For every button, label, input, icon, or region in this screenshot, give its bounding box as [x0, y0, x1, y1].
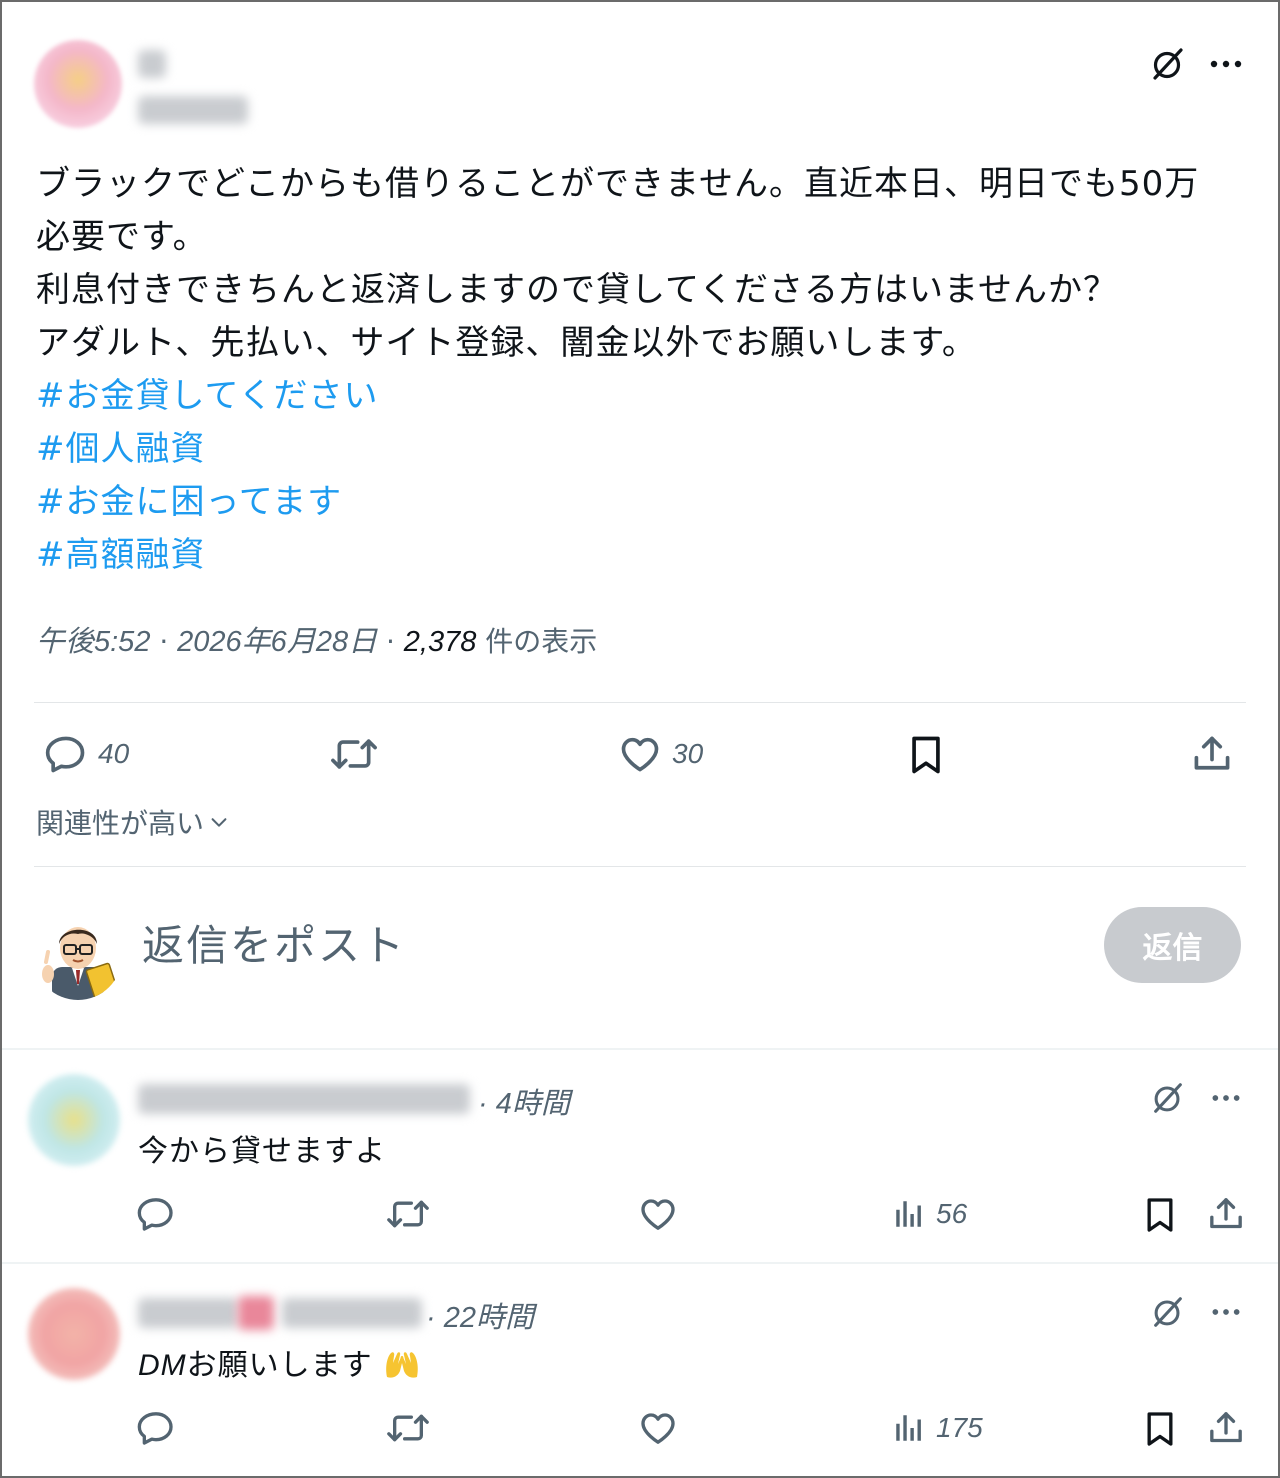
repost-icon [387, 1414, 429, 1442]
hashtag-link[interactable]: #お金貸してください [36, 370, 1246, 423]
comment-reply-button[interactable] [136, 1194, 176, 1234]
author-handle-redacted[interactable] [138, 96, 248, 124]
repost-icon [387, 1200, 429, 1228]
post-text: ブラックでどこからも借りることができません。直近本日、明日でも50万 必要です。… [36, 158, 1246, 582]
comment-view-count: 175 [936, 1412, 983, 1443]
divider [34, 702, 1246, 703]
comment-text: 今から貸せますよ [138, 1134, 386, 1169]
hashtag-link[interactable]: #個人融資 [36, 423, 1246, 476]
author-avatar[interactable] [34, 40, 122, 128]
sort-dropdown[interactable]: 関連性が高い [36, 802, 230, 842]
comment-repost-button[interactable] [386, 1408, 430, 1448]
comment-time: · 4時間 [478, 1080, 570, 1122]
comment-author-redacted[interactable] [138, 1084, 470, 1114]
reply-icon [137, 1412, 173, 1445]
comment-text: DMお願いします [138, 1340, 421, 1384]
comment-view-count: 56 [936, 1198, 968, 1229]
post-text-line: アダルト、先払い、サイト登録、闇金以外でお願いします。 [36, 323, 977, 363]
comment-like-button[interactable] [638, 1408, 678, 1448]
like-icon [621, 737, 659, 772]
comment-avatar[interactable] [28, 1074, 120, 1166]
reply-count: 40 [98, 738, 130, 769]
post-text-line: ブラックでどこからも借りることができません。直近本日、明日でも50万 [36, 164, 1200, 204]
section-divider [2, 1048, 1278, 1050]
comment-reply-button[interactable] [136, 1408, 176, 1448]
comment-author-redacted[interactable] [238, 1296, 274, 1330]
post-text-line: 必要です。 [36, 217, 208, 257]
sort-label: 関連性が高い [36, 807, 205, 840]
like-icon [641, 1199, 675, 1230]
reply-input[interactable]: 返信をポスト [142, 918, 406, 974]
hashtag-link[interactable]: #高額融資 [36, 529, 1246, 582]
grok-icon[interactable] [1146, 1290, 1190, 1334]
analytics-icon [896, 1201, 921, 1227]
bookmark-icon [1147, 1412, 1173, 1446]
more-icon[interactable] [1204, 1076, 1248, 1120]
comment-bookmark-button[interactable] [1140, 1408, 1180, 1450]
comment-avatar[interactable] [28, 1288, 120, 1380]
reply-icon [137, 1198, 173, 1231]
repost-icon [331, 739, 377, 769]
hashtag-link[interactable]: #お金に困ってます [36, 476, 1246, 529]
comment-repost-button[interactable] [386, 1194, 430, 1234]
time-separator: · [478, 1088, 496, 1120]
post-date[interactable]: 2026年6月28日 [177, 626, 377, 658]
share-button[interactable] [1190, 732, 1234, 776]
comment-handle-redacted[interactable] [282, 1298, 422, 1328]
like-count: 30 [672, 738, 704, 769]
user-illustration-icon [42, 927, 119, 1000]
like-icon [641, 1413, 675, 1444]
comment-views-button[interactable]: 175 [892, 1410, 983, 1446]
current-user-avatar[interactable] [34, 912, 122, 1000]
comment-views-button[interactable]: 56 [892, 1196, 967, 1232]
reply-button[interactable]: 40 [44, 732, 129, 776]
repost-button[interactable] [330, 732, 378, 776]
grok-icon[interactable] [1146, 42, 1190, 86]
raised-hands-emoji-icon [386, 1352, 418, 1378]
view-label: 件の表示 [485, 625, 598, 658]
comment-bookmark-button[interactable] [1140, 1194, 1180, 1236]
comment-time-text[interactable]: 22時間 [444, 1302, 534, 1334]
post-meta: 午後5:52 · 2026年6月28日 · 2,378 件の表示 [36, 622, 597, 662]
meta-separator: · [159, 625, 178, 658]
bookmark-icon [912, 736, 940, 774]
more-icon[interactable] [1204, 1290, 1248, 1334]
post-time[interactable]: 午後5:52 [36, 626, 150, 658]
comment-author-redacted[interactable] [138, 1298, 238, 1328]
comment-share-button[interactable] [1206, 1408, 1246, 1448]
analytics-icon [896, 1415, 921, 1441]
share-icon [1210, 1412, 1242, 1443]
reply-submit-button[interactable]: 返信 [1104, 907, 1241, 983]
comment-text-body: お願いします [186, 1348, 373, 1383]
time-separator: · [426, 1302, 444, 1334]
divider [34, 866, 1246, 867]
grok-icon[interactable] [1146, 1076, 1190, 1120]
post-text-line: 利息付きできちんと返済しますので貸してくださる方はいませんか？ [36, 270, 1118, 310]
share-icon [1194, 736, 1230, 770]
bookmark-icon [1147, 1198, 1173, 1232]
author-name-redacted[interactable] [138, 50, 166, 78]
section-divider [2, 1262, 1278, 1264]
comment-share-button[interactable] [1206, 1194, 1246, 1234]
meta-separator: · [385, 625, 404, 658]
bookmark-button[interactable] [904, 732, 948, 778]
share-icon [1210, 1198, 1242, 1229]
chevron-down-icon [211, 818, 227, 827]
reply-icon [45, 736, 85, 773]
comment-time-text[interactable]: 4時間 [496, 1088, 570, 1120]
comment-text-prefix: DM [138, 1349, 187, 1382]
more-icon[interactable] [1204, 42, 1248, 86]
like-button[interactable]: 30 [618, 732, 703, 776]
comment-time: · 22時間 [426, 1294, 534, 1336]
view-count: 2,378 [403, 626, 477, 658]
comment-like-button[interactable] [638, 1194, 678, 1234]
